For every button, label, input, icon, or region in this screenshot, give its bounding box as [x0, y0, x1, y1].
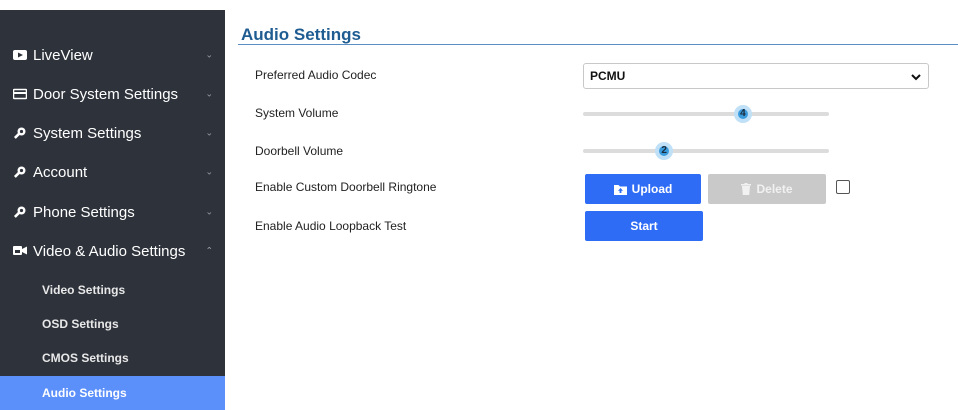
sidebar-item-liveview[interactable]: LiveView ⌄	[0, 36, 225, 74]
sidebar-subitem-audio-settings[interactable]: Audio Settings	[0, 376, 225, 410]
slider-thumb[interactable]: 4	[733, 105, 752, 123]
chevron-down-icon: ⌄	[205, 88, 213, 99]
sidebar-subitem-osd-settings[interactable]: OSD Settings	[0, 307, 225, 341]
camera-icon	[12, 244, 28, 258]
system-volume-slider[interactable]: 4	[583, 105, 829, 123]
chevron-down-icon: ⌄	[205, 49, 213, 60]
sidebar-item-label: System Settings	[33, 124, 142, 142]
sidebar-subitem-label: Audio Settings	[42, 386, 127, 400]
codec-select-value: PCMU	[590, 69, 626, 83]
chevron-down-icon: ⌄	[205, 166, 213, 177]
sidebar-subitem-label: Video Settings	[42, 283, 126, 297]
chevron-down-icon	[911, 71, 921, 81]
sidebar-item-system-settings[interactable]: System Settings ⌄	[0, 114, 225, 152]
folder-upload-icon	[613, 184, 627, 195]
trash-icon	[741, 183, 752, 195]
sidebar-item-door-system-settings[interactable]: Door System Settings ⌄	[0, 75, 225, 113]
start-button-label: Start	[630, 219, 658, 233]
video-icon	[12, 48, 28, 62]
door-panel-icon	[12, 87, 28, 101]
page-title: Audio Settings	[241, 25, 361, 44]
sidebar-item-label: Video & Audio Settings	[33, 242, 186, 260]
sidebar-subitem-label: CMOS Settings	[42, 351, 129, 365]
codec-label: Preferred Audio Codec	[255, 68, 377, 82]
slider-thumb[interactable]: 2	[655, 142, 674, 160]
sidebar-item-account[interactable]: Account ⌄	[0, 153, 225, 191]
chevron-up-icon: ⌃	[205, 245, 213, 256]
sidebar-item-label: Account	[33, 163, 88, 181]
title-divider	[238, 44, 958, 45]
sidebar-subitem-video-settings[interactable]: Video Settings	[0, 273, 225, 307]
doorbell-volume-value: 2	[661, 145, 667, 156]
wrench-icon	[12, 165, 28, 179]
upload-button[interactable]: Upload	[585, 174, 701, 204]
doorbell-volume-slider[interactable]: 2	[583, 142, 829, 160]
chevron-down-icon: ⌄	[205, 206, 213, 217]
chevron-down-icon: ⌄	[205, 127, 213, 138]
ringtone-checkbox[interactable]	[836, 180, 850, 194]
sidebar: LiveView ⌄ Door System Settings ⌄ System…	[0, 10, 225, 410]
delete-button[interactable]: Delete	[708, 174, 826, 204]
ringtone-label: Enable Custom Doorbell Ringtone	[255, 180, 437, 194]
sidebar-subitem-label: OSD Settings	[42, 317, 119, 331]
loopback-label: Enable Audio Loopback Test	[255, 219, 407, 233]
sidebar-item-phone-settings[interactable]: Phone Settings ⌄	[0, 193, 225, 231]
delete-button-label: Delete	[756, 182, 793, 196]
sidebar-subitem-cmos-settings[interactable]: CMOS Settings	[0, 341, 225, 375]
sidebar-item-label: Door System Settings	[33, 85, 179, 103]
system-volume-value: 4	[740, 108, 746, 119]
start-button[interactable]: Start	[585, 211, 703, 241]
upload-button-label: Upload	[631, 182, 673, 196]
wrench-icon	[12, 205, 28, 219]
sidebar-item-label: LiveView	[33, 46, 93, 64]
codec-select[interactable]: PCMU	[583, 63, 929, 89]
wrench-icon	[12, 126, 28, 140]
sidebar-item-video-audio-settings[interactable]: Video & Audio Settings ⌃	[0, 232, 225, 270]
sidebar-item-label: Phone Settings	[33, 203, 135, 221]
doorbell-volume-label: Doorbell Volume	[255, 144, 344, 158]
system-volume-label: System Volume	[255, 106, 339, 120]
